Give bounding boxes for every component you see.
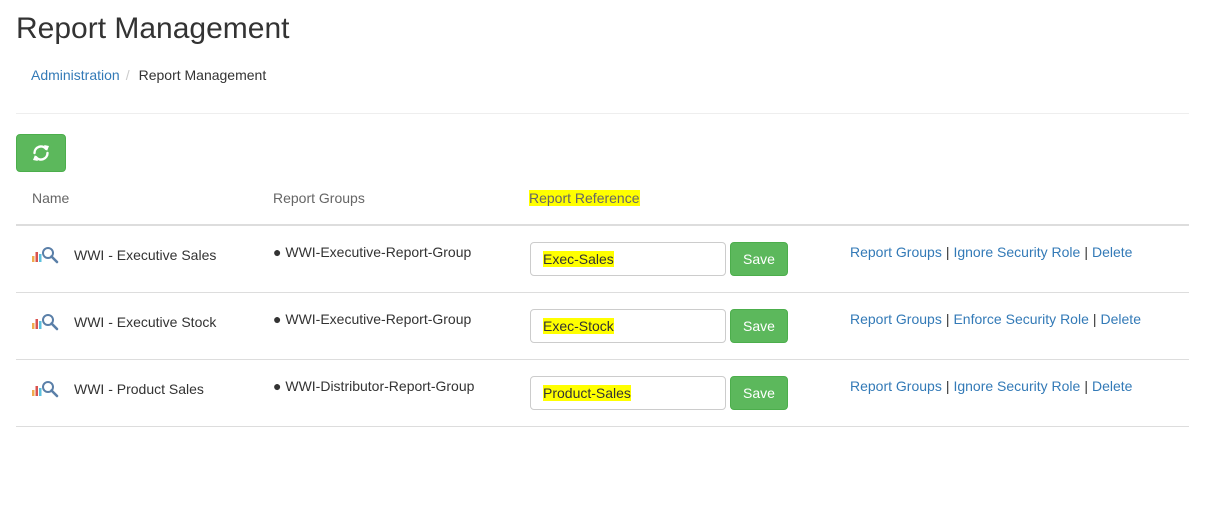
report-reference-cell: Exec-Sales Save [530, 242, 788, 276]
breadcrumb-separator: / [125, 67, 130, 83]
report-group-label: WWI-Distributor-Report-Group [285, 378, 475, 394]
refresh-icon [33, 145, 49, 161]
report-chart-search-icon [32, 314, 59, 331]
header-report-reference: Report Reference [529, 190, 640, 206]
report-reference-value: Exec-Sales [543, 251, 614, 267]
delete-link[interactable]: Delete [1101, 311, 1141, 327]
report-reference-value: Product-Sales [543, 385, 631, 401]
report-chart-search-icon [32, 247, 59, 264]
security-role-link[interactable]: Ignore Security Role [953, 244, 1080, 260]
report-group-item: ● WWI-Executive-Report-Group [273, 311, 472, 327]
report-reference-input[interactable]: Product-Sales [530, 376, 726, 410]
page-title: Report Management [16, 12, 290, 45]
report-reference-input[interactable]: Exec-Stock [530, 309, 726, 343]
row-actions: Report Groups | Ignore Security Role | Delet… [850, 378, 1133, 394]
refresh-button[interactable] [16, 134, 66, 172]
report-name: WWI - Product Sales [74, 381, 204, 397]
security-role-link[interactable]: Enforce Security Role [953, 311, 1088, 327]
breadcrumb-administration-link[interactable]: Administration [31, 67, 120, 83]
report-name-cell: WWI - Product Sales [30, 379, 204, 399]
report-reference-input[interactable]: Exec-Sales [530, 242, 726, 276]
report-groups-link[interactable]: Report Groups [850, 244, 942, 260]
security-role-link[interactable]: Ignore Security Role [953, 378, 1080, 394]
header-report-groups: Report Groups [273, 190, 365, 206]
save-button[interactable]: Save [730, 309, 788, 343]
report-name-cell: WWI - Executive Stock [30, 312, 216, 332]
report-groups-link[interactable]: Report Groups [850, 378, 942, 394]
report-group-item: ● WWI-Executive-Report-Group [273, 244, 472, 260]
save-button[interactable]: Save [730, 376, 788, 410]
table-header: Name Report Groups Report Reference [16, 180, 1189, 226]
report-name: WWI - Executive Sales [74, 247, 217, 263]
row-actions: Report Groups | Enforce Security Role | Dele… [850, 311, 1141, 327]
row-actions: Report Groups | Ignore Security Role | Delet… [850, 244, 1133, 260]
report-reference-cell: Exec-Stock Save [530, 309, 788, 343]
report-group-label: WWI-Executive-Report-Group [285, 311, 472, 327]
delete-link[interactable]: Delete [1092, 244, 1132, 260]
breadcrumb-current: Report Management [138, 67, 267, 83]
header-name: Name [32, 190, 70, 206]
report-reference-cell: Product-Sales Save [530, 376, 788, 410]
reports-table: Name Report Groups Report Reference WWI … [16, 180, 1189, 427]
report-name: WWI - Executive Stock [74, 314, 217, 330]
table-row: WWI - Product Sales ● WWI-Distributor-Re… [16, 360, 1189, 427]
save-button[interactable]: Save [730, 242, 788, 276]
report-group-item: ● WWI-Distributor-Report-Group [273, 378, 475, 394]
delete-link[interactable]: Delete [1092, 378, 1132, 394]
report-groups-link[interactable]: Report Groups [850, 311, 942, 327]
header-divider [16, 113, 1189, 114]
report-chart-search-icon [32, 381, 59, 398]
breadcrumb: Administration / Report Management [31, 67, 266, 83]
report-name-cell: WWI - Executive Sales [30, 245, 216, 265]
table-row: WWI - Executive Sales ● WWI-Executive-Re… [16, 226, 1189, 293]
table-row: WWI - Executive Stock ● WWI-Executive-Re… [16, 293, 1189, 360]
report-reference-value: Exec-Stock [543, 318, 614, 334]
report-group-label: WWI-Executive-Report-Group [285, 244, 472, 260]
